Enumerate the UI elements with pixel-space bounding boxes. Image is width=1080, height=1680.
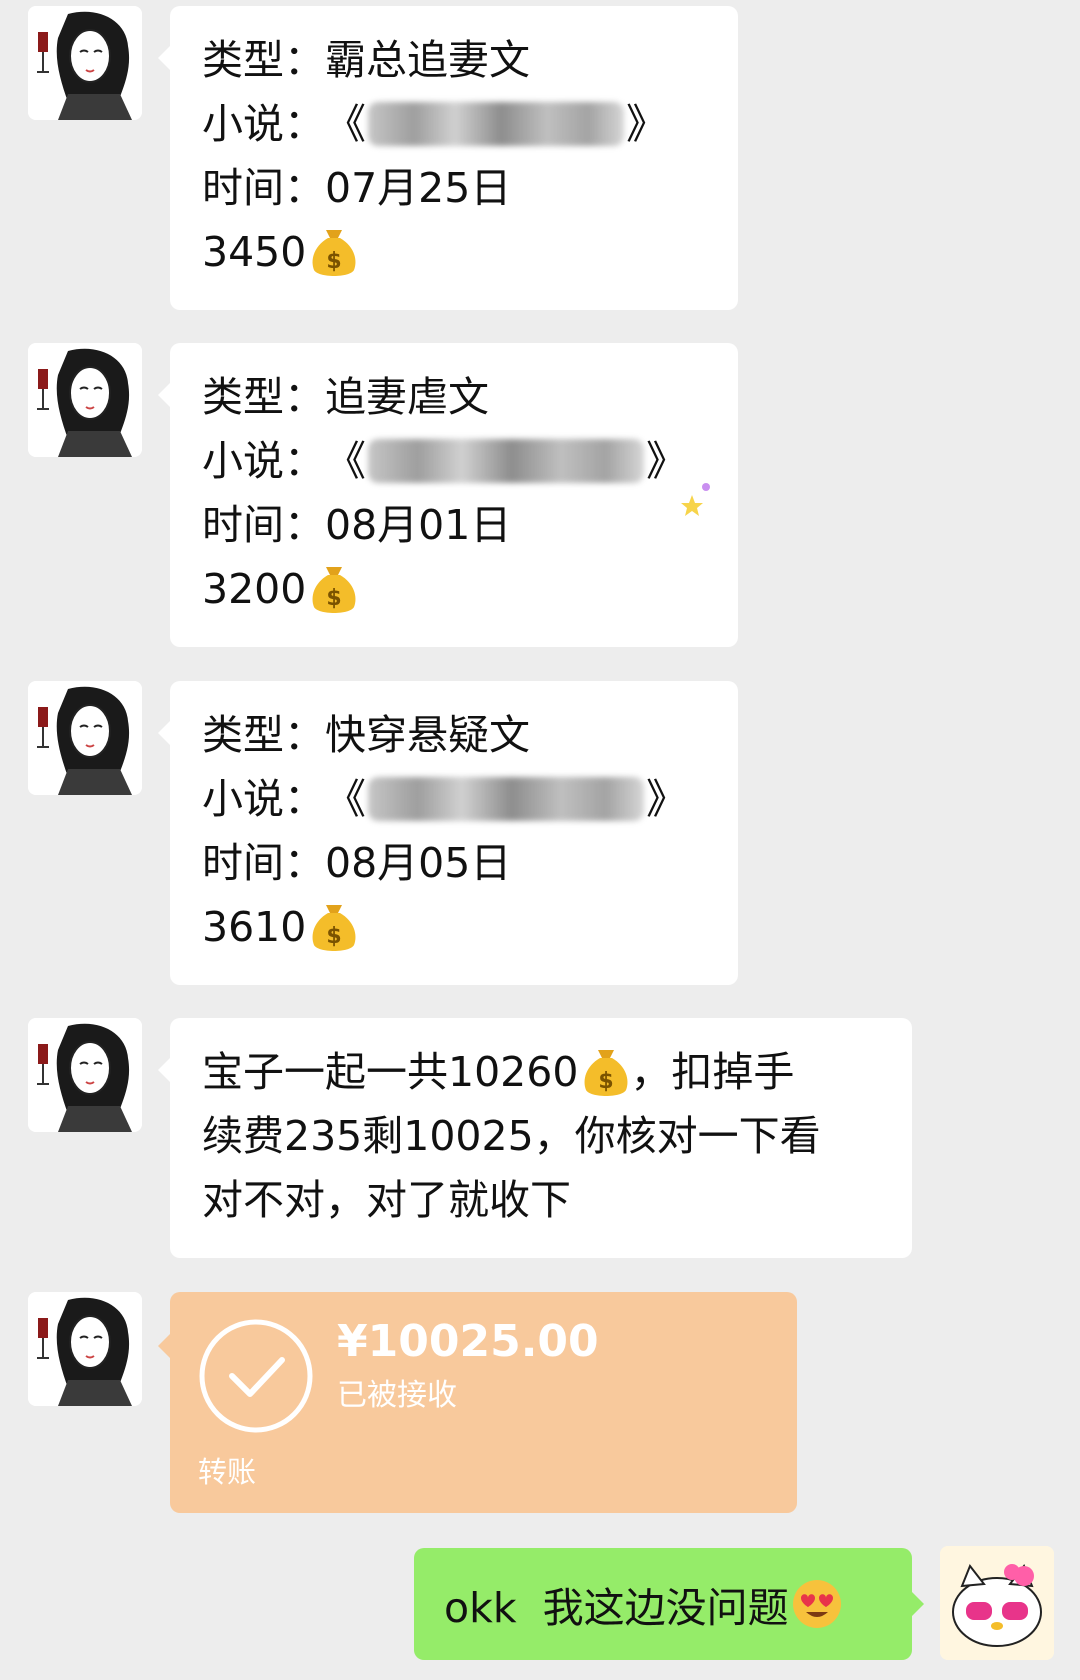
girl-avatar-icon	[28, 343, 142, 457]
type-line: 类型： 快穿悬疑文	[202, 703, 706, 767]
svg-text:$: $	[327, 924, 342, 949]
outgoing-text: okk 我这边没问题	[444, 1584, 789, 1632]
summary-line-3: 对不对，对了就收下	[202, 1168, 880, 1232]
contact-avatar[interactable]	[28, 1018, 142, 1132]
money-bag-icon: $	[312, 905, 356, 951]
transfer-type-label: 转账	[198, 1455, 257, 1489]
type-line: 类型： 霸总追妻文	[202, 28, 706, 92]
novel-open-bracket: 《	[325, 437, 366, 485]
amount-line: 3200 $	[202, 557, 706, 621]
summary-line-2: 续费235剩10025，你核对一下看	[202, 1104, 880, 1168]
type-label: 类型：	[202, 711, 325, 759]
my-avatar[interactable]	[940, 1546, 1054, 1660]
girl-avatar-icon	[28, 1292, 142, 1406]
summary-line-1: 宝子一起一共10260 $ ，扣掉手	[202, 1040, 880, 1104]
contact-avatar[interactable]	[28, 343, 142, 457]
novel-close-bracket: 》	[626, 100, 667, 148]
svg-text:$: $	[327, 249, 342, 274]
novel-label: 小说：	[202, 100, 325, 148]
type-value: 追妻虐文	[325, 373, 489, 421]
hello-kitty-avatar-icon	[940, 1546, 1054, 1660]
amount-value: 3450	[202, 228, 307, 276]
blurred-novel-title	[368, 777, 644, 821]
time-label: 时间：	[202, 501, 325, 549]
transfer-card[interactable]: ¥10025.00 已被接收 转账	[158, 1292, 797, 1513]
girl-avatar-icon	[28, 6, 142, 120]
novel-line: 小说：《 》	[202, 767, 706, 831]
message-bubble[interactable]: 类型： 追妻虐文 小说：《》 时间： 08月01日 3200 $	[158, 343, 738, 647]
novel-close-bracket: 》	[646, 775, 687, 823]
time-line: 时间： 08月01日	[202, 493, 706, 557]
type-value: 快穿悬疑文	[325, 711, 530, 759]
message-bubble[interactable]: 类型： 快穿悬疑文 小说：《 》 时间： 08月05日 3610 $	[158, 681, 738, 985]
money-bag-icon: $	[312, 567, 356, 613]
money-bag-icon: $	[312, 230, 356, 276]
time-value: 08月01日	[325, 501, 512, 549]
summary-text: ，扣掉手	[630, 1048, 795, 1096]
money-bag-icon: $	[584, 1050, 628, 1096]
blurred-novel-title	[368, 439, 644, 483]
svg-text:$: $	[327, 586, 342, 611]
amount-line: 3610 $	[202, 895, 706, 959]
contact-avatar[interactable]	[28, 681, 142, 795]
amount-value: 3200	[202, 565, 307, 613]
transfer-amount: ¥10025.00	[337, 1316, 599, 1367]
check-circle-icon	[199, 1319, 313, 1433]
novel-line: 小说：《》	[202, 429, 706, 493]
contact-avatar[interactable]	[28, 6, 142, 120]
amount-line: 3450 $	[202, 220, 706, 284]
time-value: 08月05日	[325, 839, 512, 887]
heart-eyes-emoji-icon	[792, 1580, 841, 1628]
type-label: 类型：	[202, 36, 325, 84]
novel-line: 小说：《 》	[202, 92, 706, 156]
novel-open-bracket: 《	[325, 100, 366, 148]
novel-label: 小说：	[202, 437, 325, 485]
contact-avatar[interactable]	[28, 1292, 142, 1406]
summary-message-bubble[interactable]: 宝子一起一共10260 $ ，扣掉手 续费235剩10025，你核对一下看 对不…	[158, 1018, 912, 1258]
transfer-status: 已被接收	[337, 1378, 457, 1413]
type-label: 类型：	[202, 373, 325, 421]
time-value: 07月25日	[325, 164, 512, 212]
message-bubble[interactable]: 类型： 霸总追妻文 小说：《 》 时间： 07月25日 3450 $	[158, 6, 738, 310]
girl-avatar-icon	[28, 681, 142, 795]
chat-view: 类型： 霸总追妻文 小说：《》 时间： 07月25日 3450 $ 类型： 追妻虐文 …	[0, 0, 1080, 1680]
type-value: 霸总追妻文	[325, 36, 530, 84]
blurred-novel-title	[368, 102, 624, 146]
summary-text: 对不对，对了就收下	[202, 1176, 571, 1224]
time-label: 时间：	[202, 164, 325, 212]
time-line: 时间： 08月05日	[202, 831, 706, 895]
novel-label: 小说：	[202, 775, 325, 823]
sparkle-sticker-icon	[681, 483, 710, 516]
summary-text: 宝子一起一共10260	[202, 1048, 579, 1096]
time-label: 时间：	[202, 839, 325, 887]
time-line: 时间： 07月25日	[202, 156, 706, 220]
novel-open-bracket: 《	[325, 775, 366, 823]
outgoing-message-bubble[interactable]: okk 我这边没问题	[414, 1548, 924, 1660]
svg-text:$: $	[599, 1069, 614, 1094]
summary-text: 续费235剩10025，你核对一下看	[202, 1112, 821, 1160]
amount-value: 3610	[202, 903, 307, 951]
girl-avatar-icon	[28, 1018, 142, 1132]
type-line: 类型： 追妻虐文	[202, 365, 706, 429]
